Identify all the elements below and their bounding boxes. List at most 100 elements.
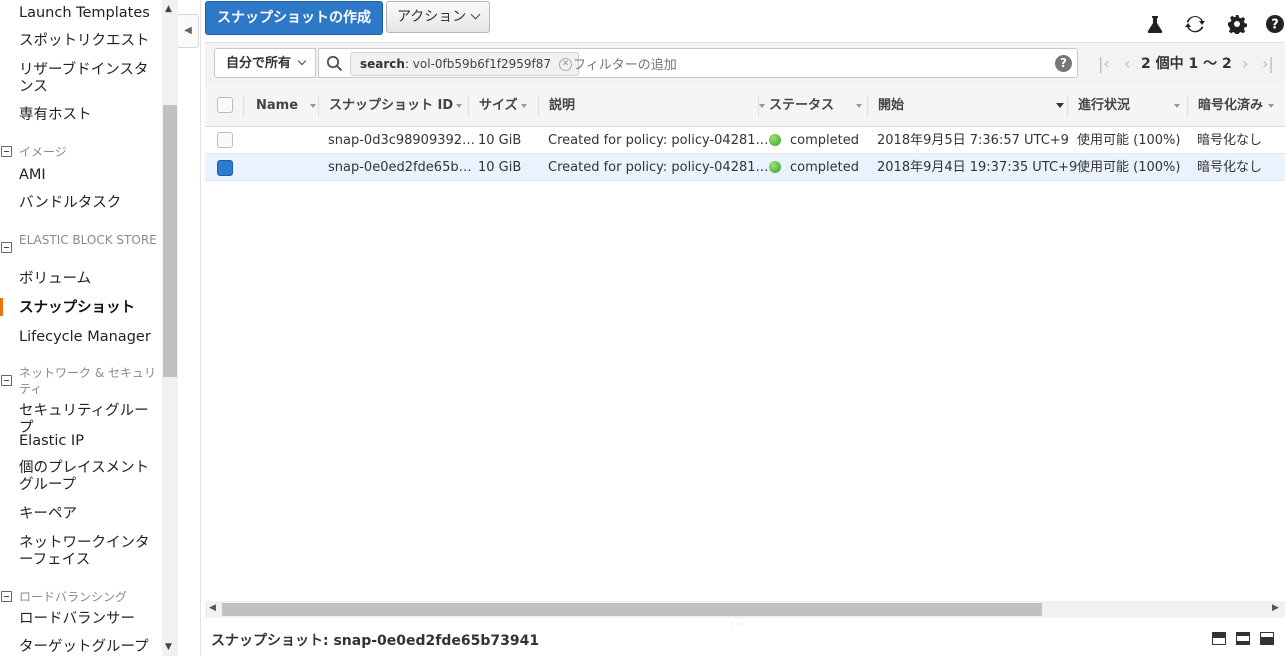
pane-layout-bottom-icon[interactable] — [1212, 632, 1226, 645]
collapse-toggle-icon[interactable] — [1, 242, 12, 253]
sort-icon — [856, 103, 863, 108]
cell-encrypted: 暗号化なし — [1197, 133, 1263, 148]
sidebar-item-reserved-instances[interactable]: リザーブドインスタンス — [19, 62, 161, 96]
sort-icon — [1174, 103, 1181, 108]
sidebar-item-bundle-tasks[interactable]: バンドルタスク — [19, 195, 161, 212]
column-header-started[interactable]: 開始 — [878, 85, 1065, 126]
column-header-status[interactable]: ステータス — [769, 85, 863, 126]
pagination-label: 2 個中 1 ～ 2 — [1141, 56, 1232, 72]
row-checkbox[interactable] — [217, 132, 233, 148]
sidebar-item-ami[interactable]: AMI — [19, 167, 161, 184]
column-divider — [318, 95, 319, 117]
scrollbar-thumb[interactable] — [222, 603, 1042, 616]
column-divider — [758, 95, 759, 117]
sidebar-item-elastic-ip[interactable]: Elastic IP — [19, 433, 161, 450]
column-header-encrypted[interactable]: 暗号化済み — [1198, 85, 1275, 126]
row-checkbox-checked[interactable] — [217, 160, 233, 176]
sidebar-item-volumes[interactable]: ボリューム — [19, 271, 161, 288]
chevron-down-icon — [470, 9, 481, 20]
cell-description: Created for policy: policy-04281… — [548, 133, 769, 148]
sidebar-item-snapshots[interactable]: スナップショット — [19, 300, 161, 317]
resize-handle[interactable]: ··· — [731, 620, 745, 629]
table-header: Name スナップショット ID サイズ 説明 ステータス 開始 進行状況 暗号… — [205, 85, 1285, 127]
scroll-right-icon[interactable]: ▶ — [1272, 603, 1279, 613]
refresh-icon[interactable] — [1185, 14, 1205, 34]
table-row[interactable]: snap-0d3c98909392… 10 GiB Created for po… — [205, 127, 1285, 154]
column-divider — [538, 95, 539, 117]
scroll-left-icon[interactable]: ◀ — [209, 603, 216, 613]
next-page-icon[interactable]: › — [1242, 43, 1248, 85]
sidebar-item-network-interfaces[interactable]: ネットワークインターフェイス — [19, 535, 161, 569]
column-header-name[interactable]: Name — [256, 85, 317, 126]
cell-size: 10 GiB — [478, 133, 522, 148]
select-all-checkbox[interactable] — [217, 97, 233, 113]
gear-icon[interactable] — [1227, 14, 1247, 34]
sidebar-item-target-groups[interactable]: ターゲットグループ — [19, 639, 161, 656]
owner-filter-dropdown[interactable]: 自分で所有 — [214, 48, 316, 78]
sort-icon — [1268, 103, 1275, 108]
scroll-up-icon[interactable]: ▲ — [165, 4, 172, 14]
first-page-icon[interactable]: |‹ — [1098, 43, 1110, 85]
table-row[interactable]: snap-0e0ed2fde65b… 10 GiB Created for po… — [205, 154, 1285, 181]
column-label: ステータス — [769, 98, 835, 113]
sidebar-item-lifecycle-manager[interactable]: Lifecycle Manager — [19, 329, 161, 346]
pane-layout-top-icon[interactable] — [1260, 632, 1274, 645]
flask-icon[interactable] — [1145, 14, 1165, 34]
sidebar-item-launch-templates[interactable]: Launch Templates — [19, 5, 161, 22]
pane-layout-split-icon[interactable] — [1236, 632, 1250, 645]
sidebar-item-security-groups[interactable]: セキュリティグループ — [19, 403, 161, 437]
status-text: completed — [790, 160, 859, 175]
chevron-down-icon — [297, 56, 307, 66]
pagination: |‹ ‹ 2 個中 1 ～ 2 › ›| — [1098, 43, 1278, 85]
section-title: ネットワーク & セキュリティ — [19, 366, 156, 396]
sidebar-item-placement-groups[interactable]: 個のプレイスメントグループ — [19, 460, 161, 494]
column-header-description[interactable]: 説明 — [549, 85, 766, 126]
sidebar-item-dedicated-hosts[interactable]: 専有ホスト — [19, 107, 161, 124]
actions-button[interactable]: アクション — [386, 1, 491, 33]
collapse-toggle-icon[interactable] — [1, 375, 12, 386]
sort-icon — [310, 103, 317, 108]
horizontal-scrollbar[interactable]: ◀ ▶ — [205, 601, 1285, 618]
sidebar-scrollbar[interactable]: ▲ ▼ — [162, 0, 178, 656]
scroll-down-icon[interactable]: ▼ — [165, 642, 172, 652]
sidebar-item-key-pairs[interactable]: キーペア — [19, 506, 161, 523]
filter-token[interactable]: search: vol-0fb59b6f1f2959f87 ✕ — [350, 52, 580, 76]
svg-text:?: ? — [1271, 18, 1279, 33]
cell-status: completed — [769, 154, 859, 181]
collapse-toggle-icon[interactable] — [1, 146, 12, 157]
section-title: ELASTIC BLOCK STORE — [19, 233, 157, 247]
sidebar-item-spot-requests[interactable]: スポットリクエスト — [19, 33, 161, 50]
scrollbar-thumb[interactable] — [163, 105, 177, 377]
sidebar: Launch Templates スポットリクエスト リザーブドインスタンス 専… — [0, 0, 178, 656]
collapse-toggle-icon[interactable] — [1, 591, 12, 602]
column-label: Name — [256, 98, 299, 113]
help-icon[interactable]: ? — [1265, 14, 1285, 34]
prev-page-icon[interactable]: ‹ — [1124, 43, 1130, 85]
owner-filter-label: 自分で所有 — [226, 56, 292, 71]
cell-snapshot-id: snap-0e0ed2fde65b… — [328, 160, 472, 175]
column-label: サイズ — [479, 98, 518, 113]
sidebar-item-load-balancers[interactable]: ロードバランサー — [19, 611, 161, 628]
last-page-icon[interactable]: ›| — [1262, 43, 1274, 85]
status-text: completed — [790, 133, 859, 148]
column-divider — [243, 95, 244, 117]
actions-label: アクション — [397, 9, 467, 25]
filter-help-icon[interactable]: ? — [1055, 55, 1072, 72]
sort-icon — [520, 103, 527, 108]
cell-started: 2018年9月5日 7:36:57 UTC+9 — [877, 133, 1069, 148]
column-header-snapshot-id[interactable]: スナップショット ID — [329, 85, 463, 126]
column-label: 進行状況 — [1078, 98, 1131, 113]
create-snapshot-button[interactable]: スナップショットの作成 — [205, 1, 383, 35]
collapse-sidebar-button[interactable]: ◀ — [178, 14, 199, 48]
column-header-progress[interactable]: 進行状況 — [1078, 85, 1181, 126]
cell-encrypted: 暗号化なし — [1197, 160, 1263, 175]
cell-size: 10 GiB — [478, 160, 522, 175]
column-header-size[interactable]: サイズ — [479, 85, 527, 126]
filter-bar: 自分で所有 search: vol-0fb59b6f1f2959f87✕ ? |… — [205, 42, 1285, 86]
search-filter-box[interactable]: search: vol-0fb59b6f1f2959f87✕ ? — [318, 48, 1078, 78]
column-label: 暗号化済み — [1198, 98, 1264, 113]
column-divider — [1067, 95, 1068, 117]
cell-description: Created for policy: policy-04281… — [548, 160, 769, 175]
sort-icon — [759, 103, 766, 108]
add-filter-input[interactable] — [571, 53, 1055, 77]
